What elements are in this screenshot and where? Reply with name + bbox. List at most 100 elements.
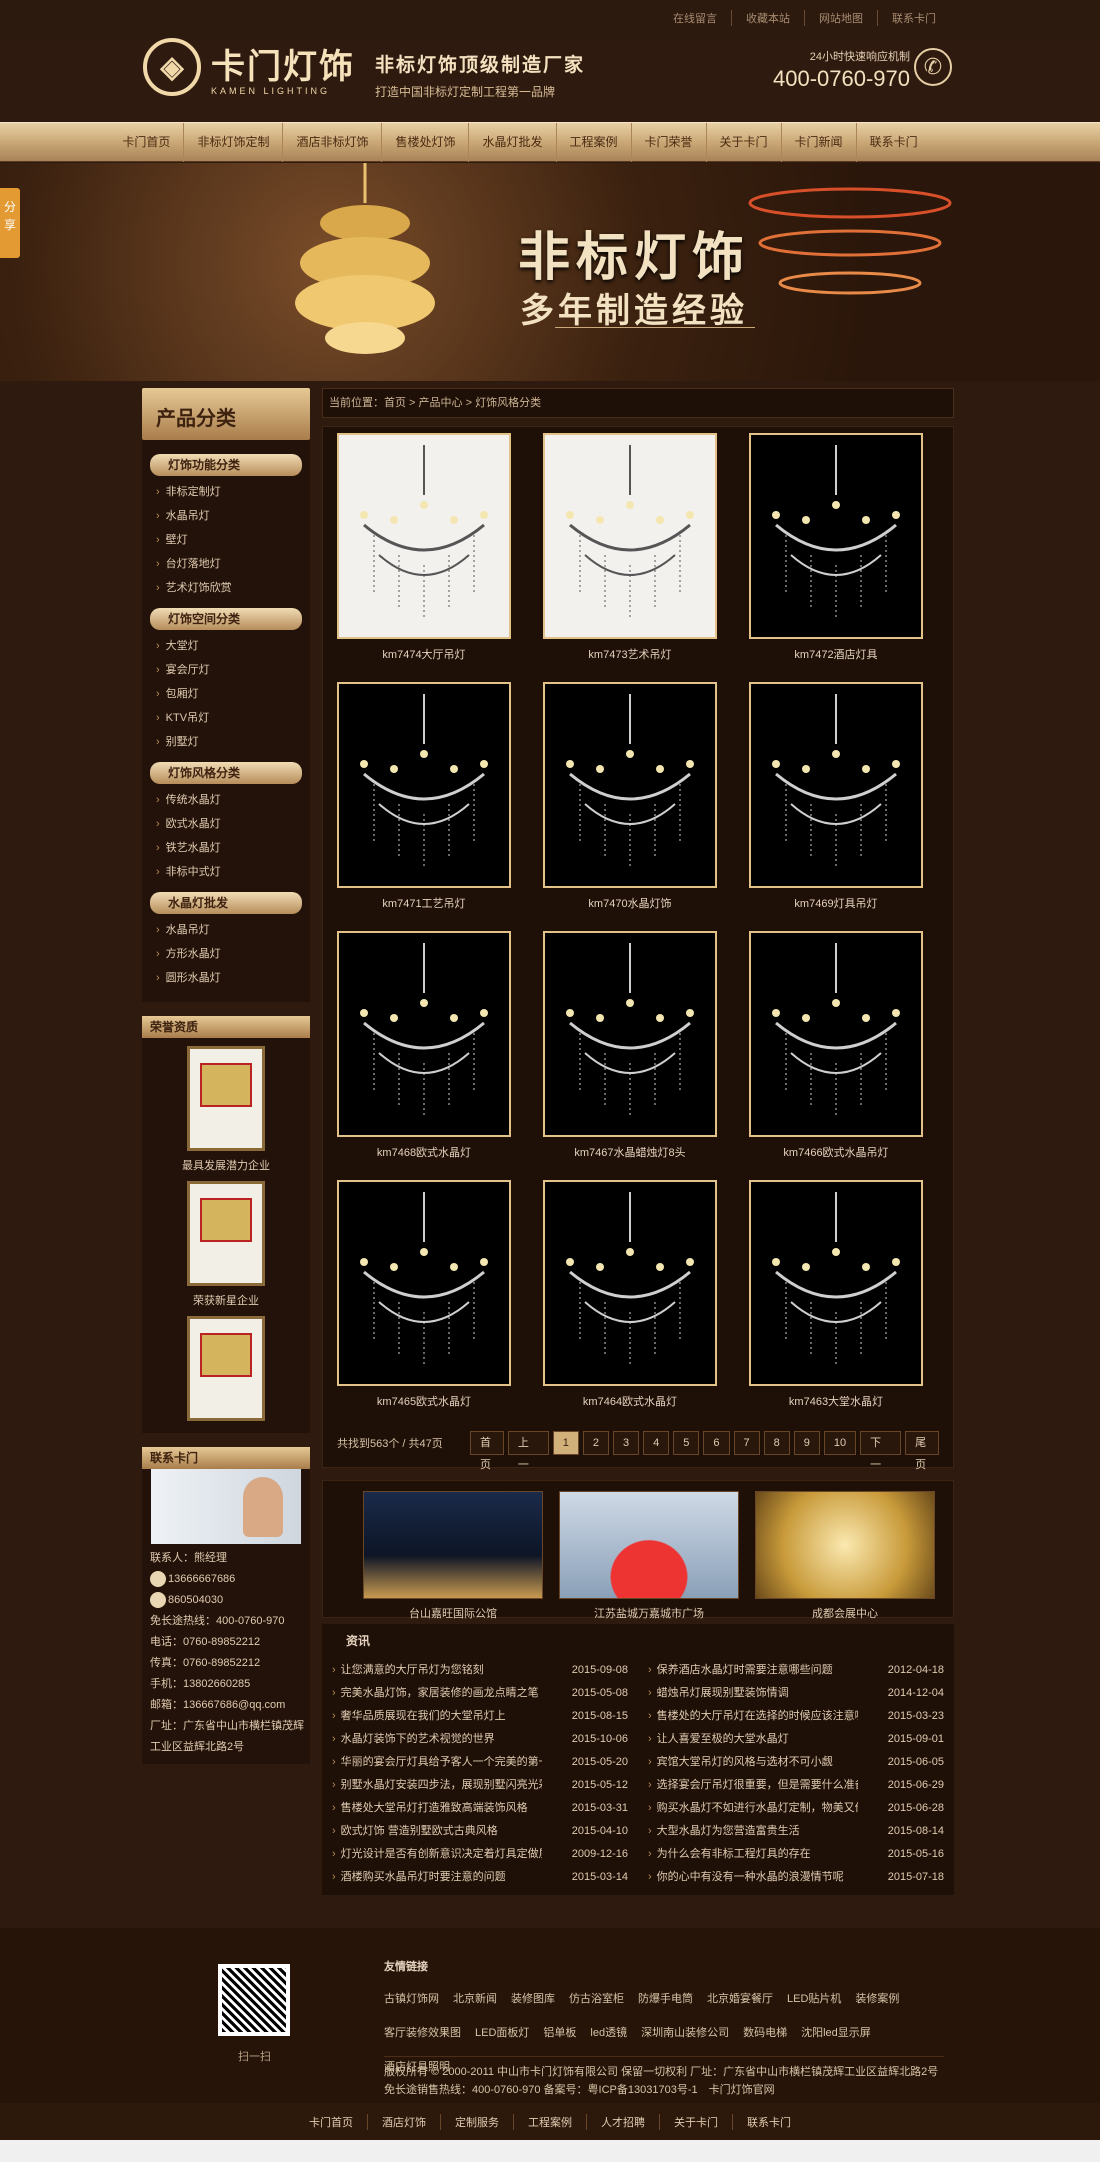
category-item[interactable]: 艺术灯饰欣赏 <box>150 576 302 600</box>
news-headline[interactable]: 购买水晶灯不如进行水晶灯定制，物美又价廉 <box>648 1797 858 1820</box>
page-button[interactable]: 首页 <box>469 1431 504 1471</box>
news-headline[interactable]: 酒楼购买水晶吊灯时要注意的问题 <box>332 1866 542 1889</box>
product-card[interactable]: km7467水晶蜡烛灯8头 <box>543 931 717 1160</box>
logo[interactable]: ◈ 卡门灯饰 KAMEN LIGHTING <box>143 38 355 96</box>
category-item[interactable]: 圆形水晶灯 <box>150 966 302 990</box>
category-group-space[interactable]: 灯饰空间分类 <box>150 608 302 630</box>
page-button[interactable]: 6 <box>703 1431 730 1455</box>
case-item[interactable]: 台山嘉旺国际公馆 <box>363 1491 543 1621</box>
product-caption[interactable]: km7472酒店灯具 <box>749 646 923 662</box>
category-group-function[interactable]: 灯饰功能分类 <box>150 454 302 476</box>
honor-item[interactable]: 荣获新星企业 <box>142 1181 310 1308</box>
friend-link[interactable]: 铝单板 <box>543 2027 576 2039</box>
top-link-sitemap[interactable]: 网站地图 <box>804 10 877 26</box>
bottom-nav-item[interactable]: 关于卡门 <box>660 2113 733 2130</box>
category-item[interactable]: 水晶吊灯 <box>150 918 302 942</box>
category-item[interactable]: 宴会厅灯 <box>150 658 302 682</box>
page-button[interactable]: 上一页 <box>507 1431 549 1493</box>
case-item[interactable]: 成都会展中心 <box>755 1491 935 1621</box>
friend-link[interactable]: 深圳南山装修公司 <box>641 2027 729 2039</box>
news-headline[interactable]: 欧式灯饰 营造别墅欧式古典风格 <box>332 1820 542 1843</box>
product-image[interactable] <box>749 682 923 888</box>
category-item[interactable]: 大堂灯 <box>150 634 302 658</box>
nav-item-wholesale[interactable]: 水晶灯批发 <box>469 123 557 162</box>
news-item[interactable]: 完美水晶灯饰，家居装修的画龙点睛之笔 2015-05-08 <box>326 1682 634 1705</box>
product-card[interactable]: km7466欧式水晶吊灯 <box>749 931 923 1160</box>
product-image[interactable] <box>337 1180 511 1386</box>
friend-link[interactable]: 装修案例 <box>855 1993 899 2005</box>
news-item[interactable]: 酒楼购买水晶吊灯时要注意的问题 2015-03-14 <box>326 1866 634 1889</box>
news-headline[interactable]: 大型水晶灯为您营造富贵生活 <box>648 1820 858 1843</box>
honor-item[interactable] <box>142 1316 310 1421</box>
product-caption[interactable]: km7467水晶蜡烛灯8头 <box>543 1144 717 1160</box>
product-card[interactable]: km7469灯具吊灯 <box>749 682 923 911</box>
news-item[interactable]: 宾馆大堂吊灯的风格与选材不可小觑 2015-06-05 <box>642 1751 950 1774</box>
product-caption[interactable]: km7463大堂水晶灯 <box>749 1393 923 1409</box>
product-image[interactable] <box>337 931 511 1137</box>
top-link-contact[interactable]: 联系卡门 <box>877 10 950 26</box>
news-headline[interactable]: 灯光设计是否有创新意识决定着灯具定做质量优劣 <box>332 1843 542 1866</box>
category-item[interactable]: 壁灯 <box>150 528 302 552</box>
news-item[interactable]: 灯光设计是否有创新意识决定着灯具定做质量优劣 2009-12-16 <box>326 1843 634 1866</box>
news-item[interactable]: 别墅水晶灯安装四步法，展现别墅闪亮光彩 2015-05-12 <box>326 1774 634 1797</box>
category-item[interactable]: 包厢灯 <box>150 682 302 706</box>
product-caption[interactable]: km7473艺术吊灯 <box>543 646 717 662</box>
friend-link[interactable]: 仿古浴室柜 <box>569 1993 624 2005</box>
news-headline[interactable]: 水晶灯装饰下的艺术视觉的世界 <box>332 1728 542 1751</box>
category-item[interactable]: KTV吊灯 <box>150 706 302 730</box>
honor-item[interactable]: 最具发展潜力企业 <box>142 1046 310 1173</box>
news-headline[interactable]: 保养酒店水晶灯时需要注意哪些问题 <box>648 1659 858 1682</box>
product-image[interactable] <box>337 682 511 888</box>
nav-item-home[interactable]: 卡门首页 <box>109 123 185 162</box>
friend-link[interactable]: 装修图库 <box>511 1993 555 2005</box>
product-card[interactable]: km7472酒店灯具 <box>749 433 923 662</box>
bottom-nav-item[interactable]: 工程案例 <box>514 2113 587 2130</box>
news-item[interactable]: 奢华品质展现在我们的大堂吊灯上 2015-08-15 <box>326 1705 634 1728</box>
nav-item-contact[interactable]: 联系卡门 <box>857 123 931 162</box>
news-headline[interactable]: 奢华品质展现在我们的大堂吊灯上 <box>332 1705 542 1728</box>
product-card[interactable]: km7464欧式水晶灯 <box>543 1180 717 1409</box>
friend-link[interactable]: 沈阳led显示屏 <box>801 2027 871 2039</box>
product-card[interactable]: km7474大厅吊灯 <box>337 433 511 662</box>
category-group-style[interactable]: 灯饰风格分类 <box>150 762 302 784</box>
top-link-favorite[interactable]: 收藏本站 <box>731 10 804 26</box>
product-image[interactable] <box>749 931 923 1137</box>
news-headline[interactable]: 别墅水晶灯安装四步法，展现别墅闪亮光彩 <box>332 1774 542 1797</box>
bottom-nav-item[interactable]: 联系卡门 <box>733 2114 805 2130</box>
case-item[interactable]: 江苏盐城万嘉城市广场 <box>559 1491 739 1621</box>
page-button[interactable]: 尾页 <box>905 1431 939 1471</box>
news-item[interactable]: 购买水晶灯不如进行水晶灯定制，物美又价廉 2015-06-28 <box>642 1797 950 1820</box>
nav-item-custom[interactable]: 非标灯饰定制 <box>184 123 284 162</box>
news-headline[interactable]: 宾馆大堂吊灯的风格与选材不可小觑 <box>648 1751 858 1774</box>
page-button[interactable]: 5 <box>673 1431 700 1455</box>
contact-qq-2[interactable]: 860504030 <box>142 1590 310 1611</box>
news-headline[interactable]: 售楼处的大厅吊灯在选择的时候应该注意哪些问题 <box>648 1705 858 1728</box>
friend-link[interactable]: 古镇灯饰网 <box>384 1993 439 2005</box>
bottom-nav-item[interactable]: 酒店灯饰 <box>368 2113 441 2130</box>
product-caption[interactable]: km7468欧式水晶灯 <box>337 1144 511 1160</box>
share-button[interactable]: 分享 <box>0 188 20 258</box>
news-item[interactable]: 售楼处大堂吊灯打造雅致高端装饰风格 2015-03-31 <box>326 1797 634 1820</box>
product-card[interactable]: km7465欧式水晶灯 <box>337 1180 511 1409</box>
news-item[interactable]: 蜡烛吊灯展现别墅装饰情调 2014-12-04 <box>642 1682 950 1705</box>
page-button[interactable]: 3 <box>613 1431 640 1455</box>
product-image[interactable] <box>749 1180 923 1386</box>
category-item[interactable]: 台灯落地灯 <box>150 552 302 576</box>
friend-link[interactable]: 数码电梯 <box>743 2027 787 2039</box>
category-item[interactable]: 传统水晶灯 <box>150 788 302 812</box>
news-item[interactable]: 售楼处的大厅吊灯在选择的时候应该注意哪些问题 2015-03-23 <box>642 1705 950 1728</box>
product-caption[interactable]: km7471工艺吊灯 <box>337 895 511 911</box>
news-item[interactable]: 欧式灯饰 营造别墅欧式古典风格 2015-04-10 <box>326 1820 634 1843</box>
friend-link[interactable]: 北京新闻 <box>453 1993 497 2005</box>
friend-link[interactable]: LED面板灯 <box>475 2027 529 2039</box>
page-button[interactable]: 下一页 <box>860 1431 902 1493</box>
nav-item-honors[interactable]: 卡门荣誉 <box>632 123 707 162</box>
page-button[interactable]: 7 <box>733 1431 760 1455</box>
news-item[interactable]: 让您满意的大厅吊灯为您铭刻 2015-09-08 <box>326 1659 634 1682</box>
news-item[interactable]: 你的心中有没有一种水晶的浪漫情节呢 2015-07-18 <box>642 1866 950 1889</box>
product-image[interactable] <box>749 433 923 639</box>
news-headline[interactable]: 让人喜爱至极的大堂水晶灯 <box>648 1728 858 1751</box>
product-card[interactable]: km7470水晶灯饰 <box>543 682 717 911</box>
contact-qq-1[interactable]: 13666667686 <box>142 1569 310 1590</box>
news-item[interactable]: 选择宴会厅吊灯很重要，但是需要什么准备才可以 2015-06-29 <box>642 1774 950 1797</box>
